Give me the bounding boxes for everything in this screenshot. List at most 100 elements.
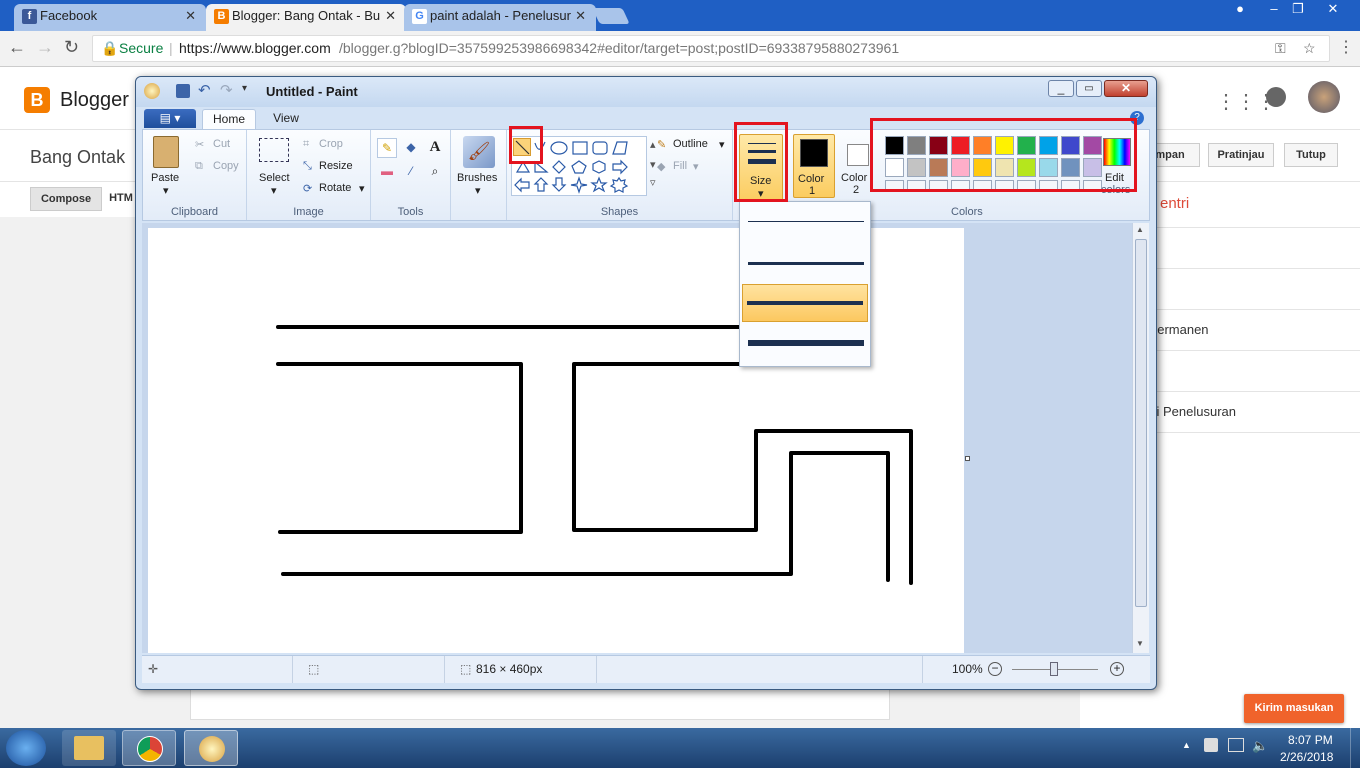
- size-option-3px[interactable]: [742, 244, 868, 282]
- crop-button[interactable]: Crop: [319, 138, 343, 150]
- brushes-button[interactable]: Brushes: [457, 172, 497, 184]
- group-label: Tools: [397, 206, 424, 218]
- tab-google-search[interactable]: G paint adalah - Penelusur ✕: [404, 4, 596, 31]
- fill-bucket-icon[interactable]: ◆: [401, 138, 421, 158]
- paste-icon[interactable]: [153, 136, 179, 168]
- select-button[interactable]: Select: [259, 172, 290, 184]
- close-icon[interactable]: ✕: [1104, 80, 1148, 97]
- sidebar-item-entri[interactable]: entri: [1160, 195, 1189, 212]
- key-icon[interactable]: ⚿: [1275, 36, 1286, 61]
- fill-button[interactable]: Fill: [673, 160, 687, 172]
- zoom-slider-thumb[interactable]: [1050, 662, 1058, 676]
- copy-button[interactable]: Copy: [213, 160, 239, 172]
- volume-icon[interactable]: 🔈: [1252, 738, 1268, 754]
- browser-tab-bar: f Facebook ✕ B Blogger: Bang Ontak - Bu …: [0, 0, 1360, 31]
- html-button[interactable]: HTM: [104, 187, 138, 211]
- size-option-1px[interactable]: [742, 206, 868, 240]
- pencil-icon[interactable]: ✎: [377, 138, 397, 158]
- compose-button[interactable]: Compose: [30, 187, 102, 211]
- select-dropdown-icon[interactable]: ▾: [271, 184, 277, 197]
- close-tab-icon[interactable]: ✕: [185, 4, 196, 28]
- zoom-in-icon[interactable]: +: [1110, 662, 1124, 676]
- shapes-more-icon[interactable]: ▿: [650, 176, 656, 189]
- action-center-icon[interactable]: [1204, 738, 1218, 752]
- tab-facebook[interactable]: f Facebook ✕: [14, 4, 206, 31]
- close-tab-icon[interactable]: ✕: [575, 4, 586, 28]
- minimize-icon[interactable]: _: [1048, 80, 1074, 97]
- brush-icon[interactable]: 🖌: [463, 136, 495, 168]
- blogger-icon: B: [214, 9, 229, 24]
- forward-icon[interactable]: →: [36, 37, 54, 58]
- url-path: /blogger.g?blogID=357599253986698342#edi…: [339, 40, 900, 56]
- cut-button[interactable]: Cut: [213, 138, 230, 150]
- menu-icon[interactable]: ⋮: [1338, 37, 1354, 57]
- image-group: Select ▾ ⌗ Crop ⤡ Resize ⟳ Rotate ▾ Imag…: [247, 130, 371, 220]
- new-tab-button[interactable]: [592, 8, 630, 24]
- show-hidden-icons-icon[interactable]: ▲: [1182, 740, 1191, 750]
- color1-button[interactable]: Color 1: [793, 134, 835, 198]
- close-button[interactable]: Tutup: [1284, 143, 1338, 167]
- resize-button[interactable]: Resize: [319, 160, 353, 172]
- cut-icon: ✂: [195, 139, 205, 151]
- shapes-scroll-up-icon[interactable]: ▴: [650, 138, 656, 151]
- clock-date[interactable]: 2/26/2018: [1280, 750, 1333, 764]
- notifications-icon[interactable]: [1266, 87, 1286, 107]
- outline-button[interactable]: Outline: [673, 138, 708, 150]
- tools-group: ✎ ◆ A ▬ ⁄ ⌕ Tools: [371, 130, 451, 220]
- fill-dropdown-icon[interactable]: ▾: [693, 160, 699, 173]
- paint-menu-button[interactable]: ▤ ▾: [144, 109, 196, 128]
- preview-button[interactable]: Pratinjau: [1208, 143, 1274, 167]
- magnifier-icon[interactable]: ⌕: [425, 162, 445, 182]
- url-host: https://www.blogger.com: [179, 40, 331, 56]
- paint-app-icon[interactable]: [144, 83, 160, 99]
- url-field[interactable]: 🔒 Secure | https://www.blogger.com /blog…: [92, 35, 1330, 62]
- shapes-scroll-down-icon[interactable]: ▾: [650, 158, 656, 171]
- clock-time[interactable]: 8:07 PM: [1288, 733, 1333, 747]
- restore-icon[interactable]: ❐: [1286, 0, 1310, 20]
- redo-icon[interactable]: ↷: [220, 81, 233, 99]
- user-icon[interactable]: ●: [1228, 0, 1252, 20]
- close-window-icon[interactable]: ✕: [1318, 0, 1348, 20]
- undo-icon[interactable]: ↶: [198, 81, 211, 99]
- size-option-8px[interactable]: [742, 326, 868, 364]
- tab-view[interactable]: View: [264, 109, 308, 129]
- explorer-taskbar-button[interactable]: [62, 730, 116, 766]
- brushes-dropdown-icon[interactable]: ▾: [475, 184, 481, 197]
- text-tool-icon[interactable]: A: [425, 138, 445, 158]
- paint-taskbar-button[interactable]: [184, 730, 238, 766]
- crop-icon: ⌗: [303, 138, 310, 150]
- color-picker-icon[interactable]: ⁄: [401, 162, 421, 182]
- tab-blogger[interactable]: B Blogger: Bang Ontak - Bu ✕: [206, 4, 406, 31]
- scroll-down-icon[interactable]: ▼: [1136, 639, 1144, 648]
- rotate-dropdown-icon[interactable]: ▾: [359, 182, 365, 195]
- eraser-icon[interactable]: ▬: [377, 162, 397, 182]
- outline-dropdown-icon[interactable]: ▾: [719, 138, 725, 151]
- canvas-resize-handle[interactable]: [965, 456, 970, 461]
- minimize-icon[interactable]: –: [1262, 0, 1286, 20]
- zoom-out-icon[interactable]: −: [988, 662, 1002, 676]
- scroll-up-icon[interactable]: ▲: [1136, 225, 1144, 234]
- chrome-taskbar-button[interactable]: [122, 730, 176, 766]
- network-icon[interactable]: [1228, 738, 1244, 752]
- avatar[interactable]: [1308, 81, 1340, 113]
- quick-access-dropdown-icon[interactable]: ▾: [242, 83, 247, 94]
- star-icon[interactable]: ☆: [1303, 36, 1316, 61]
- paste-dropdown-icon[interactable]: ▾: [163, 184, 169, 197]
- save-icon[interactable]: [176, 84, 190, 98]
- tab-home[interactable]: Home: [202, 109, 256, 129]
- feedback-button[interactable]: Kirim masukan: [1244, 694, 1344, 723]
- rotate-button[interactable]: Rotate: [319, 182, 351, 194]
- scroll-thumb[interactable]: [1135, 239, 1147, 607]
- paste-button[interactable]: Paste: [151, 172, 179, 184]
- back-icon[interactable]: ←: [8, 37, 26, 58]
- maximize-icon[interactable]: ▭: [1076, 80, 1102, 97]
- group-label: Shapes: [600, 206, 639, 218]
- reload-icon[interactable]: ↻: [64, 37, 79, 58]
- close-tab-icon[interactable]: ✕: [385, 4, 396, 28]
- show-desktop-button[interactable]: [1350, 728, 1360, 768]
- select-icon[interactable]: [259, 138, 289, 162]
- vertical-scrollbar[interactable]: ▲ ▼: [1132, 223, 1149, 653]
- start-button[interactable]: [6, 730, 46, 766]
- rotate-icon: ⟳: [303, 183, 313, 195]
- size-option-5px-selected[interactable]: [742, 284, 868, 322]
